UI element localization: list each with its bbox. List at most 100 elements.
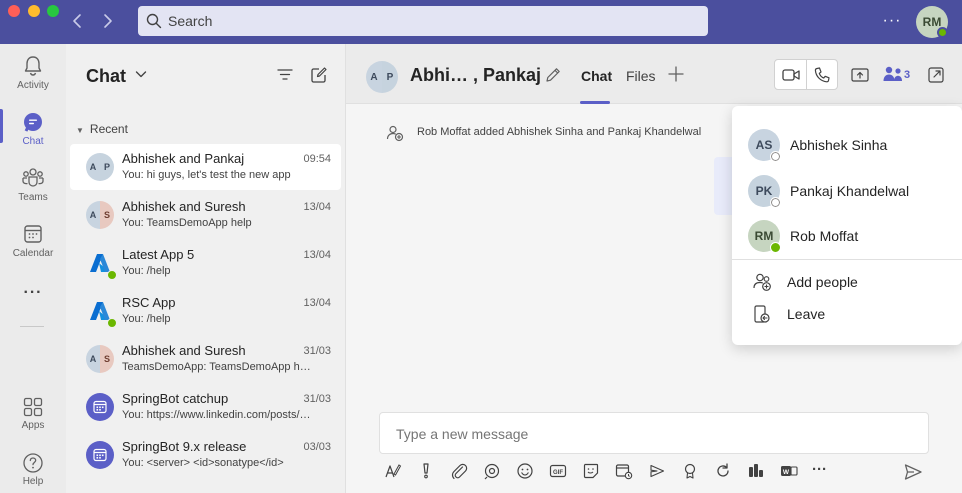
chat-name: SpringBot 9.x release: [122, 439, 247, 454]
filter-icon[interactable]: [276, 66, 294, 84]
group-avatar: AP: [86, 153, 114, 181]
recent-section-header[interactable]: ▼ Recent: [76, 122, 128, 136]
avatar-initial: A: [86, 153, 100, 181]
participants-popup: AS Abhishek Sinha PK Pankaj Khandelwal R…: [732, 106, 962, 345]
help-icon: [23, 453, 43, 473]
window-close-button[interactable]: [8, 5, 20, 17]
attach-icon[interactable]: [450, 462, 468, 480]
participant-item[interactable]: AS Abhishek Sinha: [748, 129, 948, 163]
conversation-title[interactable]: Abhi… , Pankaj: [410, 65, 541, 86]
chat-item[interactable]: SpringBot 9.x release 03/03 You: <server…: [70, 432, 341, 478]
chat-preview: You: hi guys, let's test the new app: [122, 169, 291, 181]
chat-preview: TeamsDemoApp: TeamsDemoApp help: [122, 361, 312, 373]
call-buttons: [774, 59, 838, 90]
rail-label-teams: Teams: [18, 192, 48, 203]
chat-item[interactable]: AS Abhishek and Suresh 31/03 TeamsDemoAp…: [70, 336, 341, 382]
stream-icon[interactable]: [648, 462, 666, 480]
new-chat-icon[interactable]: [310, 66, 328, 84]
window-minimize-button[interactable]: [28, 5, 40, 17]
chat-name: Latest App 5: [122, 247, 195, 262]
chevron-down-icon[interactable]: [134, 66, 148, 82]
message-input[interactable]: [396, 426, 896, 442]
presence-available-icon: [107, 270, 117, 280]
chat-name: RSC App: [122, 295, 176, 310]
system-message-text: Rob Moffat added Abhishek Sinha and Pank…: [417, 126, 702, 138]
leave-icon: [754, 305, 770, 323]
share-screen-icon[interactable]: [850, 65, 870, 85]
rail-item-teams[interactable]: Teams: [0, 166, 66, 216]
title-bar: Search ··· RM: [0, 0, 962, 44]
participant-item[interactable]: PK Pankaj Khandelwal: [748, 175, 948, 209]
chat-name: SpringBot catchup: [122, 391, 229, 406]
chat-pane-title[interactable]: Chat: [86, 66, 126, 87]
rail-item-help[interactable]: Help: [0, 452, 66, 493]
calendar-icon: [24, 225, 42, 243]
forward-arrow-icon[interactable]: [97, 10, 117, 32]
add-person-icon: [753, 273, 771, 291]
important-icon[interactable]: [417, 462, 435, 480]
chat-item[interactable]: AP Abhishek and Pankaj 09:54 You: hi guy…: [70, 144, 341, 190]
rail-item-calendar[interactable]: Calendar: [0, 222, 66, 272]
app-two-icon[interactable]: W: [780, 462, 798, 480]
bell-icon: [24, 56, 42, 76]
teams-icon: [22, 168, 44, 187]
leave-label: Leave: [787, 306, 826, 322]
more-options-icon[interactable]: ···: [812, 462, 830, 480]
meeting-calendar-icon: [86, 441, 114, 469]
presence-available-icon: [107, 318, 117, 328]
presence-offline-icon: [770, 151, 781, 162]
chat-item[interactable]: AS Abhishek and Suresh 13/04 You: TeamsD…: [70, 192, 341, 238]
praise-icon[interactable]: [681, 462, 699, 480]
chat-item[interactable]: RSC App 13/04 You: /help: [70, 288, 341, 334]
tab-chat[interactable]: Chat: [581, 68, 612, 84]
refresh-icon[interactable]: [714, 462, 732, 480]
sticker-icon[interactable]: [582, 462, 600, 480]
chat-item[interactable]: Latest App 5 13/04 You: /help: [70, 240, 341, 286]
settings-more-button[interactable]: ···: [880, 12, 904, 30]
send-icon[interactable]: [903, 462, 923, 482]
chat-time: 31/03: [303, 393, 331, 405]
back-arrow-icon[interactable]: [68, 10, 88, 32]
pop-out-icon[interactable]: [926, 65, 946, 85]
add-tab-icon[interactable]: [667, 65, 685, 83]
add-people-button[interactable]: Add people: [752, 272, 952, 296]
chat-list-pane: Chat ▼ Recent AP Abhishek and Pankaj 09:5…: [66, 44, 346, 493]
participant-name: Pankaj Khandelwal: [790, 183, 910, 199]
video-call-icon[interactable]: [781, 66, 801, 84]
rail-item-activity[interactable]: Activity: [0, 54, 66, 104]
gif-icon[interactable]: GIF: [549, 462, 567, 480]
presence-offline-icon: [770, 197, 781, 208]
search-bar[interactable]: Search: [138, 6, 708, 36]
chat-preview: You: TeamsDemoApp help: [122, 217, 252, 229]
apps-icon: [23, 397, 43, 417]
window-zoom-button[interactable]: [47, 5, 59, 17]
leave-button[interactable]: Leave: [752, 304, 952, 328]
loop-icon[interactable]: [483, 462, 501, 480]
tab-files[interactable]: Files: [626, 68, 656, 84]
group-avatar: AS: [86, 201, 114, 229]
meeting-calendar-icon: [86, 393, 114, 421]
rail-item-chat[interactable]: Chat: [0, 110, 66, 160]
rail-item-apps[interactable]: Apps: [0, 396, 66, 446]
svg-text:GIF: GIF: [553, 470, 563, 476]
emoji-icon[interactable]: [516, 462, 534, 480]
pencil-icon[interactable]: [544, 66, 562, 84]
rail-more-apps-button[interactable]: ···: [0, 284, 66, 308]
app-one-icon[interactable]: [747, 462, 765, 480]
schedule-meeting-icon[interactable]: [615, 462, 633, 480]
app-rail: Activity Chat Teams Calendar ··· Apps He…: [0, 44, 66, 493]
chat-item[interactable]: SpringBot catchup 31/03 You: https://www…: [70, 384, 341, 430]
more-icon: ···: [23, 284, 43, 301]
avatar-initial: A: [366, 61, 382, 93]
chat-time: 03/03: [303, 441, 331, 453]
chat-name: Abhishek and Pankaj: [122, 151, 245, 166]
participant-name: Rob Moffat: [790, 228, 859, 244]
compose-box[interactable]: [379, 412, 929, 454]
format-icon[interactable]: [384, 462, 402, 480]
active-tab-indicator: [580, 101, 610, 104]
participant-item[interactable]: RM Rob Moffat: [748, 220, 948, 254]
avatar-initial: A: [86, 345, 100, 373]
phone-icon[interactable]: [812, 66, 832, 84]
chat-preview: You: /help: [122, 265, 171, 277]
recent-label: Recent: [89, 122, 128, 136]
